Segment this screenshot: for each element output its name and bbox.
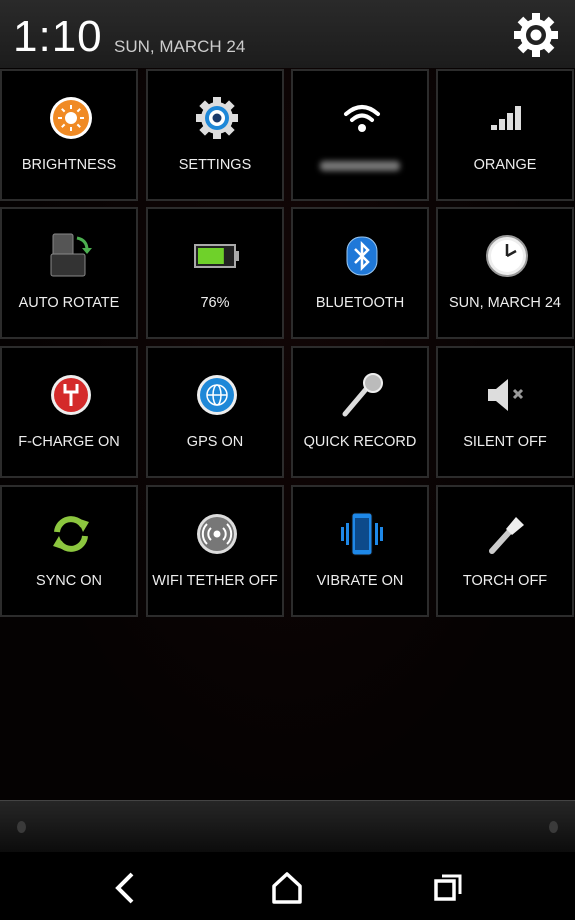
notification-header: 1:10 SUN, MARCH 24 [0,0,575,68]
tile-label: BRIGHTNESS [21,157,117,173]
fast-charge-icon [46,370,96,420]
tile-gps[interactable]: GPS ON [146,346,284,478]
home-icon[interactable] [267,868,307,908]
tile-label: SYNC ON [35,573,103,589]
sync-icon [46,509,96,559]
gear-icon[interactable] [513,12,559,58]
back-icon[interactable] [106,868,146,908]
tile-torch[interactable]: TORCH OFF [436,485,574,617]
brightness-icon [46,93,96,143]
bluetooth-icon [337,231,387,281]
drag-handle-bar[interactable] [0,800,575,852]
speaker-mute-icon [482,370,532,420]
handle-dot [17,821,26,833]
tile-label: F-CHARGE ON [18,434,120,450]
tile-wifi-tether[interactable]: WIFI TETHER OFF [146,485,284,617]
wifi-icon [337,93,387,143]
recents-icon[interactable] [428,868,468,908]
tile-microphone[interactable]: QUICK RECORD [291,346,429,478]
tile-brightness[interactable]: BRIGHTNESS [0,69,138,201]
tile-label: SETTINGS [178,157,252,173]
tile-bluetooth[interactable]: BLUETOOTH [291,207,429,339]
tile-label: TORCH OFF [462,573,548,589]
tile-signal[interactable]: ORANGE [436,69,574,201]
tile-sync[interactable]: SYNC ON [0,485,138,617]
tile-label: 76% [200,295,230,311]
settings-icon [192,93,242,143]
tile-rotate[interactable]: AUTO ROTATE [0,207,138,339]
torch-icon [482,509,532,559]
tile-label: WIFI TETHER OFF [152,573,278,589]
navigation-bar [0,852,575,920]
tile-label-redacted [293,157,427,171]
tile-label: SUN, MARCH 24 [449,295,561,311]
gps-icon [192,370,242,420]
tile-battery[interactable]: 76% [146,207,284,339]
tile-label: ORANGE [473,157,537,173]
clock-time: 1:10 [13,12,103,61]
tile-settings[interactable]: SETTINGS [146,69,284,201]
vibrate-icon [337,509,387,559]
header-date: SUN, MARCH 24 [114,37,246,56]
microphone-icon [337,370,387,420]
tile-speaker-mute[interactable]: SILENT OFF [436,346,574,478]
tile-label: QUICK RECORD [303,434,417,450]
handle-dot [549,821,558,833]
rotate-icon [46,231,96,281]
clock-icon [482,231,532,281]
tile-label: GPS ON [186,434,244,450]
tile-vibrate[interactable]: VIBRATE ON [291,485,429,617]
tile-label: VIBRATE ON [316,573,404,589]
battery-icon [192,231,242,281]
wifi-tether-icon [192,509,242,559]
tile-label: BLUETOOTH [315,295,405,311]
tile-clock[interactable]: SUN, MARCH 24 [436,207,574,339]
tile-wifi[interactable] [291,69,429,201]
tile-label: AUTO ROTATE [18,295,120,311]
tile-fast-charge[interactable]: F-CHARGE ON [0,346,138,478]
tile-label: SILENT OFF [463,434,547,450]
signal-icon [482,93,532,143]
